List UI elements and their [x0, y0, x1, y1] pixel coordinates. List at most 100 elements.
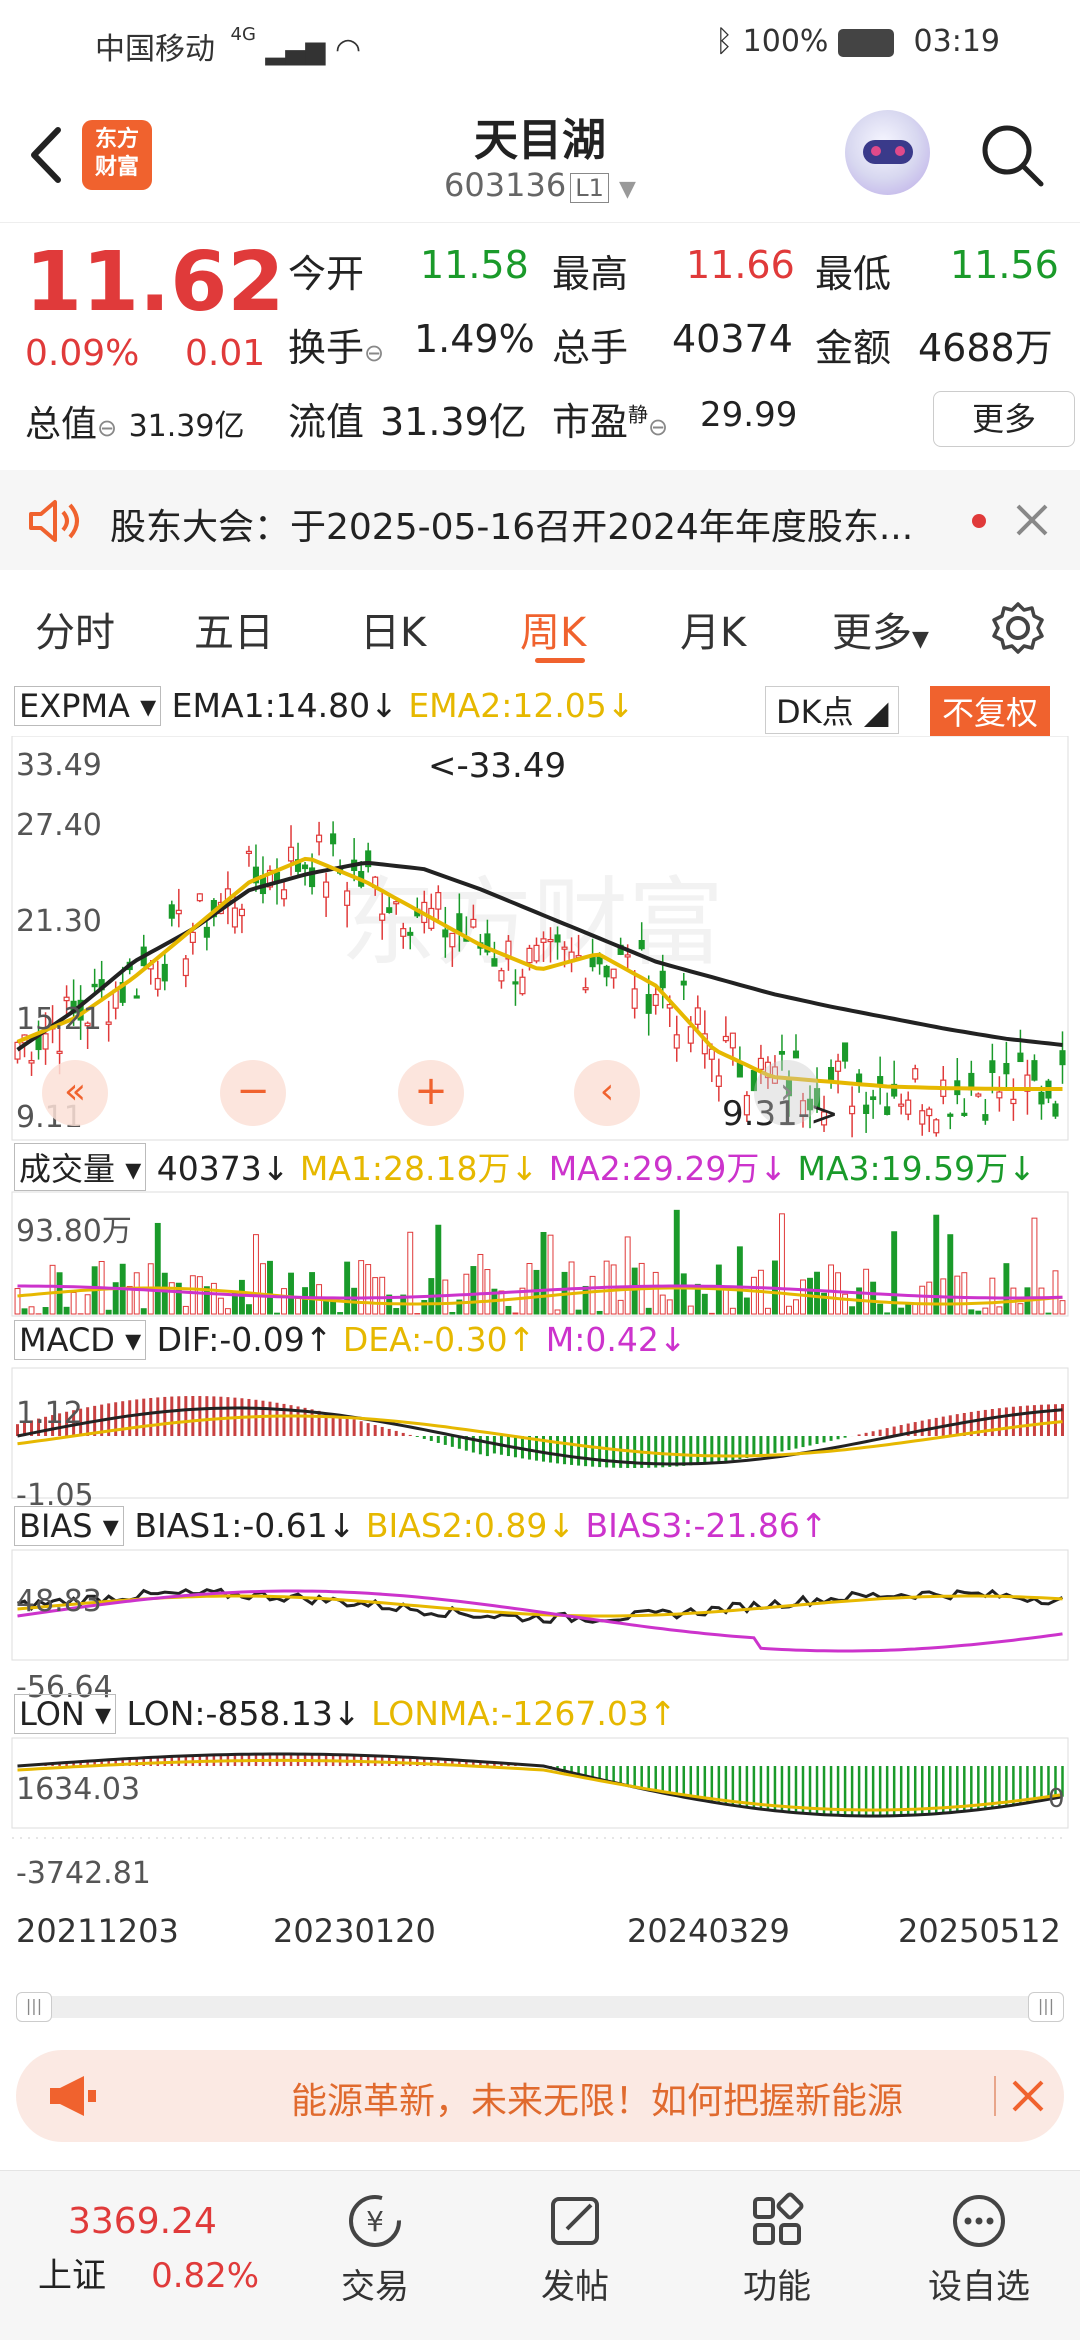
tab-more[interactable]: 更多▼: [832, 600, 929, 658]
volume-bar: [779, 1213, 785, 1315]
float-value: 31.39亿: [380, 400, 527, 444]
zoom-out-button[interactable]: −: [220, 1060, 286, 1126]
promo-text: 能源革新，未来无限！如何把握新能源: [291, 2081, 904, 2122]
scroll-handle-left[interactable]: |||: [16, 1992, 52, 2022]
candle-body: [715, 1075, 722, 1087]
volume-bar: [968, 1309, 975, 1315]
volume-bar: [919, 1285, 926, 1315]
candle-body: [1010, 1098, 1017, 1105]
volume-bar: [393, 1308, 400, 1315]
candle-body: [603, 965, 610, 978]
candle-body: [722, 1035, 729, 1042]
date-label: 20240329: [627, 1912, 790, 1950]
volume-bar: [722, 1288, 729, 1315]
candle-body: [330, 833, 337, 845]
volume-bar: [708, 1312, 715, 1315]
low-value: 11.56: [950, 243, 1059, 287]
info-icon: ⊖: [648, 413, 669, 441]
volume-bar: [105, 1309, 112, 1315]
battery-level: 100%: [742, 24, 829, 59]
change-value: 0.01: [185, 333, 266, 374]
notice-bar[interactable]: 股东大会：于2025-05-16召开2024年年度股东...: [0, 470, 1080, 570]
index-widget[interactable]: 3369.24 上证 0.82%: [30, 2201, 280, 2297]
volume-bar: [21, 1308, 28, 1315]
bottom-navigation: 3369.24 上证 0.82% ¥ 交易 发帖 功能 设自选: [0, 2170, 1080, 2340]
volume-bar: [309, 1272, 316, 1315]
volume-bar: [652, 1271, 659, 1315]
candle-body: [287, 846, 295, 862]
indicator-select-volume[interactable]: 成交量 ▾: [14, 1143, 147, 1191]
candle-body: [168, 904, 175, 919]
volume-bar: [905, 1303, 912, 1315]
tab-timeshare[interactable]: 分时: [35, 600, 115, 658]
nav-trade[interactable]: ¥ 交易: [310, 2191, 440, 2308]
bluetooth-icon: ᛒ: [715, 24, 734, 59]
nav-functions[interactable]: 功能: [712, 2191, 842, 2308]
volume-header: 成交量 ▾ 40373↓ MA1:28.18万↓ MA2:29.29万↓ MA3…: [14, 1142, 1036, 1191]
search-icon[interactable]: [975, 118, 1050, 193]
dk-point-button[interactable]: DK点 ◢: [765, 686, 900, 734]
tab-five-day[interactable]: 五日: [194, 600, 274, 658]
tab-daily-k[interactable]: 日K: [360, 600, 426, 658]
volume-bar: [196, 1276, 203, 1315]
candle-body: [540, 938, 547, 943]
tab-monthly-k[interactable]: 月K: [680, 600, 746, 658]
m-value: M:0.42↓: [545, 1320, 687, 1359]
volume-bar: [238, 1279, 245, 1315]
assistant-avatar-icon[interactable]: [845, 110, 930, 195]
step-back-button[interactable]: ‹: [574, 1060, 640, 1126]
volume-bar: [407, 1231, 414, 1315]
adjust-badge[interactable]: 不复权: [930, 686, 1051, 736]
zoom-in-button[interactable]: +: [398, 1060, 464, 1126]
edit-icon: [551, 2197, 599, 2245]
nav-watchlist[interactable]: 设自选: [914, 2191, 1044, 2308]
candle-body: [835, 1060, 842, 1072]
volume-bar: [14, 1288, 21, 1315]
info-icon: ⊖: [97, 414, 118, 442]
volume-bar: [926, 1281, 933, 1315]
nav-functions-label: 功能: [743, 2267, 811, 2307]
volume-bar: [933, 1214, 940, 1315]
fast-back-button[interactable]: «: [42, 1060, 108, 1126]
scroll-handle-right[interactable]: |||: [1028, 1992, 1064, 2022]
tab-weekly-k[interactable]: 周K: [520, 600, 586, 658]
lonma-value: LONMA:-1267.03↑: [371, 1694, 677, 1733]
candle-body: [1059, 1050, 1066, 1066]
volume-bar: [470, 1266, 477, 1315]
chart-range-scrollbar[interactable]: ||| |||: [16, 1992, 1064, 2022]
open-value: 11.58: [420, 243, 529, 287]
candle-body: [449, 932, 456, 948]
close-icon[interactable]: [1010, 2078, 1046, 2114]
candle-body: [231, 907, 238, 928]
volume-bar: [617, 1299, 624, 1315]
gear-icon[interactable]: [990, 600, 1046, 656]
dropdown-icon: ▼: [912, 627, 929, 652]
chart-area[interactable]: EXPMA ▾ EMA1:14.80↓ EMA2:12.05↓ DK点 ◢ 不复…: [0, 680, 1080, 1980]
candle-body: [919, 1110, 926, 1125]
vol-ma1: MA1:28.18万↓: [299, 1149, 539, 1188]
volume-bar: [814, 1271, 820, 1315]
close-icon[interactable]: [1014, 502, 1050, 538]
candle-body: [526, 947, 533, 964]
high-label: 最高: [552, 252, 629, 296]
indicator-select-bias[interactable]: BIAS ▾: [14, 1506, 124, 1546]
promo-banner[interactable]: 能源革新，未来无限！如何把握新能源: [16, 2050, 1064, 2142]
volume-bar: [884, 1312, 891, 1315]
indicator-select-lon[interactable]: LON ▾: [14, 1694, 117, 1734]
low-label: 最低: [815, 252, 892, 296]
candle-body: [498, 970, 505, 982]
volume-bar: [589, 1275, 596, 1315]
volume-bar: [863, 1268, 870, 1315]
indicator-select-main[interactable]: EXPMA ▾: [14, 686, 162, 726]
step-forward-button[interactable]: ›: [754, 1060, 820, 1126]
candle-body: [827, 1066, 835, 1081]
candle-body: [379, 913, 386, 921]
volume-value: 40373↓: [156, 1149, 290, 1188]
more-button[interactable]: 更多: [933, 391, 1075, 447]
bias3-line: [17, 1589, 1063, 1653]
indicator-select-macd[interactable]: MACD ▾: [14, 1320, 147, 1360]
lon-right-label: 0: [1048, 1784, 1065, 1814]
volume-bar: [659, 1294, 666, 1315]
nav-post[interactable]: 发帖: [510, 2191, 640, 2308]
volume-bar: [217, 1297, 224, 1315]
